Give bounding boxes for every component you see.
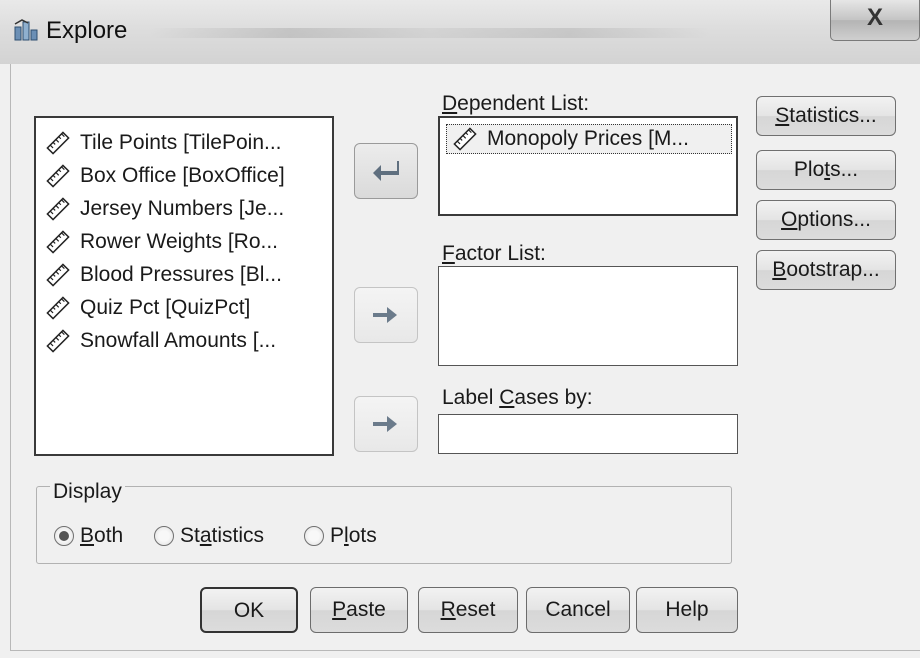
help-button[interactable]: Help bbox=[636, 587, 738, 633]
dependent-list-label: Dependent List: bbox=[442, 92, 590, 115]
bootstrap-button[interactable]: Bootstrap... bbox=[756, 250, 896, 290]
list-item-variable[interactable]: Jersey Numbers [Je... bbox=[46, 194, 284, 224]
statistics-button[interactable]: Statistics... bbox=[756, 96, 896, 136]
ruler-scale-icon bbox=[453, 127, 477, 151]
display-both-radio[interactable]: Both bbox=[54, 524, 123, 548]
list-item-variable[interactable]: Box Office [BoxOffice] bbox=[46, 161, 285, 191]
ruler-scale-icon bbox=[46, 197, 70, 221]
ruler-scale-icon bbox=[46, 296, 70, 320]
ruler-scale-icon bbox=[46, 131, 70, 155]
display-plots-radio[interactable]: Plots bbox=[304, 524, 377, 548]
title-path-blurred bbox=[150, 28, 710, 38]
window-title: Explore bbox=[46, 17, 128, 44]
ruler-scale-icon bbox=[46, 164, 70, 188]
list-item-variable[interactable]: Rower Weights [Ro... bbox=[46, 227, 278, 257]
explore-dialog: Explore X Tile Points [TilePoin... Box Of… bbox=[0, 0, 920, 658]
factor-list[interactable] bbox=[438, 266, 738, 366]
list-item-variable[interactable]: Snowfall Amounts [... bbox=[46, 326, 276, 356]
display-group bbox=[36, 486, 732, 564]
right-arrow-icon bbox=[373, 307, 397, 323]
factor-list-label: Factor List: bbox=[442, 242, 546, 265]
label-cases-field[interactable] bbox=[438, 414, 738, 454]
label-cases-label: Label Cases by: bbox=[442, 386, 593, 409]
ruler-scale-icon bbox=[46, 230, 70, 254]
list-item-dependent[interactable]: Monopoly Prices [M... bbox=[446, 124, 732, 154]
title-bar[interactable]: Explore X bbox=[0, 0, 920, 64]
ruler-scale-icon bbox=[46, 263, 70, 287]
radio-unselected-icon bbox=[154, 526, 174, 546]
close-button[interactable]: X bbox=[830, 0, 920, 41]
source-variable-list[interactable]: Tile Points [TilePoin... Box Office [BoxO… bbox=[34, 116, 334, 456]
display-statistics-label: Statistics bbox=[180, 524, 265, 547]
cancel-button[interactable]: Cancel bbox=[526, 587, 630, 633]
display-both-label: Both bbox=[80, 524, 124, 547]
move-to-factor-arrow-button[interactable] bbox=[354, 287, 418, 343]
plots-button[interactable]: Plots... bbox=[756, 150, 896, 190]
reset-button[interactable]: Reset bbox=[418, 587, 518, 633]
radio-unselected-icon bbox=[304, 526, 324, 546]
list-item-variable[interactable]: Tile Points [TilePoin... bbox=[46, 128, 282, 158]
dependent-list[interactable]: Monopoly Prices [M... bbox=[438, 116, 738, 216]
radio-selected-icon bbox=[54, 526, 74, 546]
move-to-label-cases-arrow-button[interactable] bbox=[354, 396, 418, 452]
ruler-scale-icon bbox=[46, 329, 70, 353]
display-statistics-radio[interactable]: Statistics bbox=[154, 524, 264, 548]
list-item-variable[interactable]: Quiz Pct [QuizPct] bbox=[46, 293, 250, 323]
display-group-title: Display bbox=[50, 480, 125, 504]
list-item-variable[interactable]: Blood Pressures [Bl... bbox=[46, 260, 282, 290]
explore-dialog-icon bbox=[14, 18, 38, 42]
paste-button[interactable]: Paste bbox=[310, 587, 408, 633]
right-arrow-icon bbox=[373, 416, 397, 432]
options-button[interactable]: Options... bbox=[756, 200, 896, 240]
move-back-arrow-button[interactable] bbox=[354, 143, 418, 199]
ok-button[interactable]: OK bbox=[200, 587, 298, 633]
return-arrow-icon bbox=[373, 161, 399, 181]
display-plots-label: Plots bbox=[330, 524, 377, 547]
